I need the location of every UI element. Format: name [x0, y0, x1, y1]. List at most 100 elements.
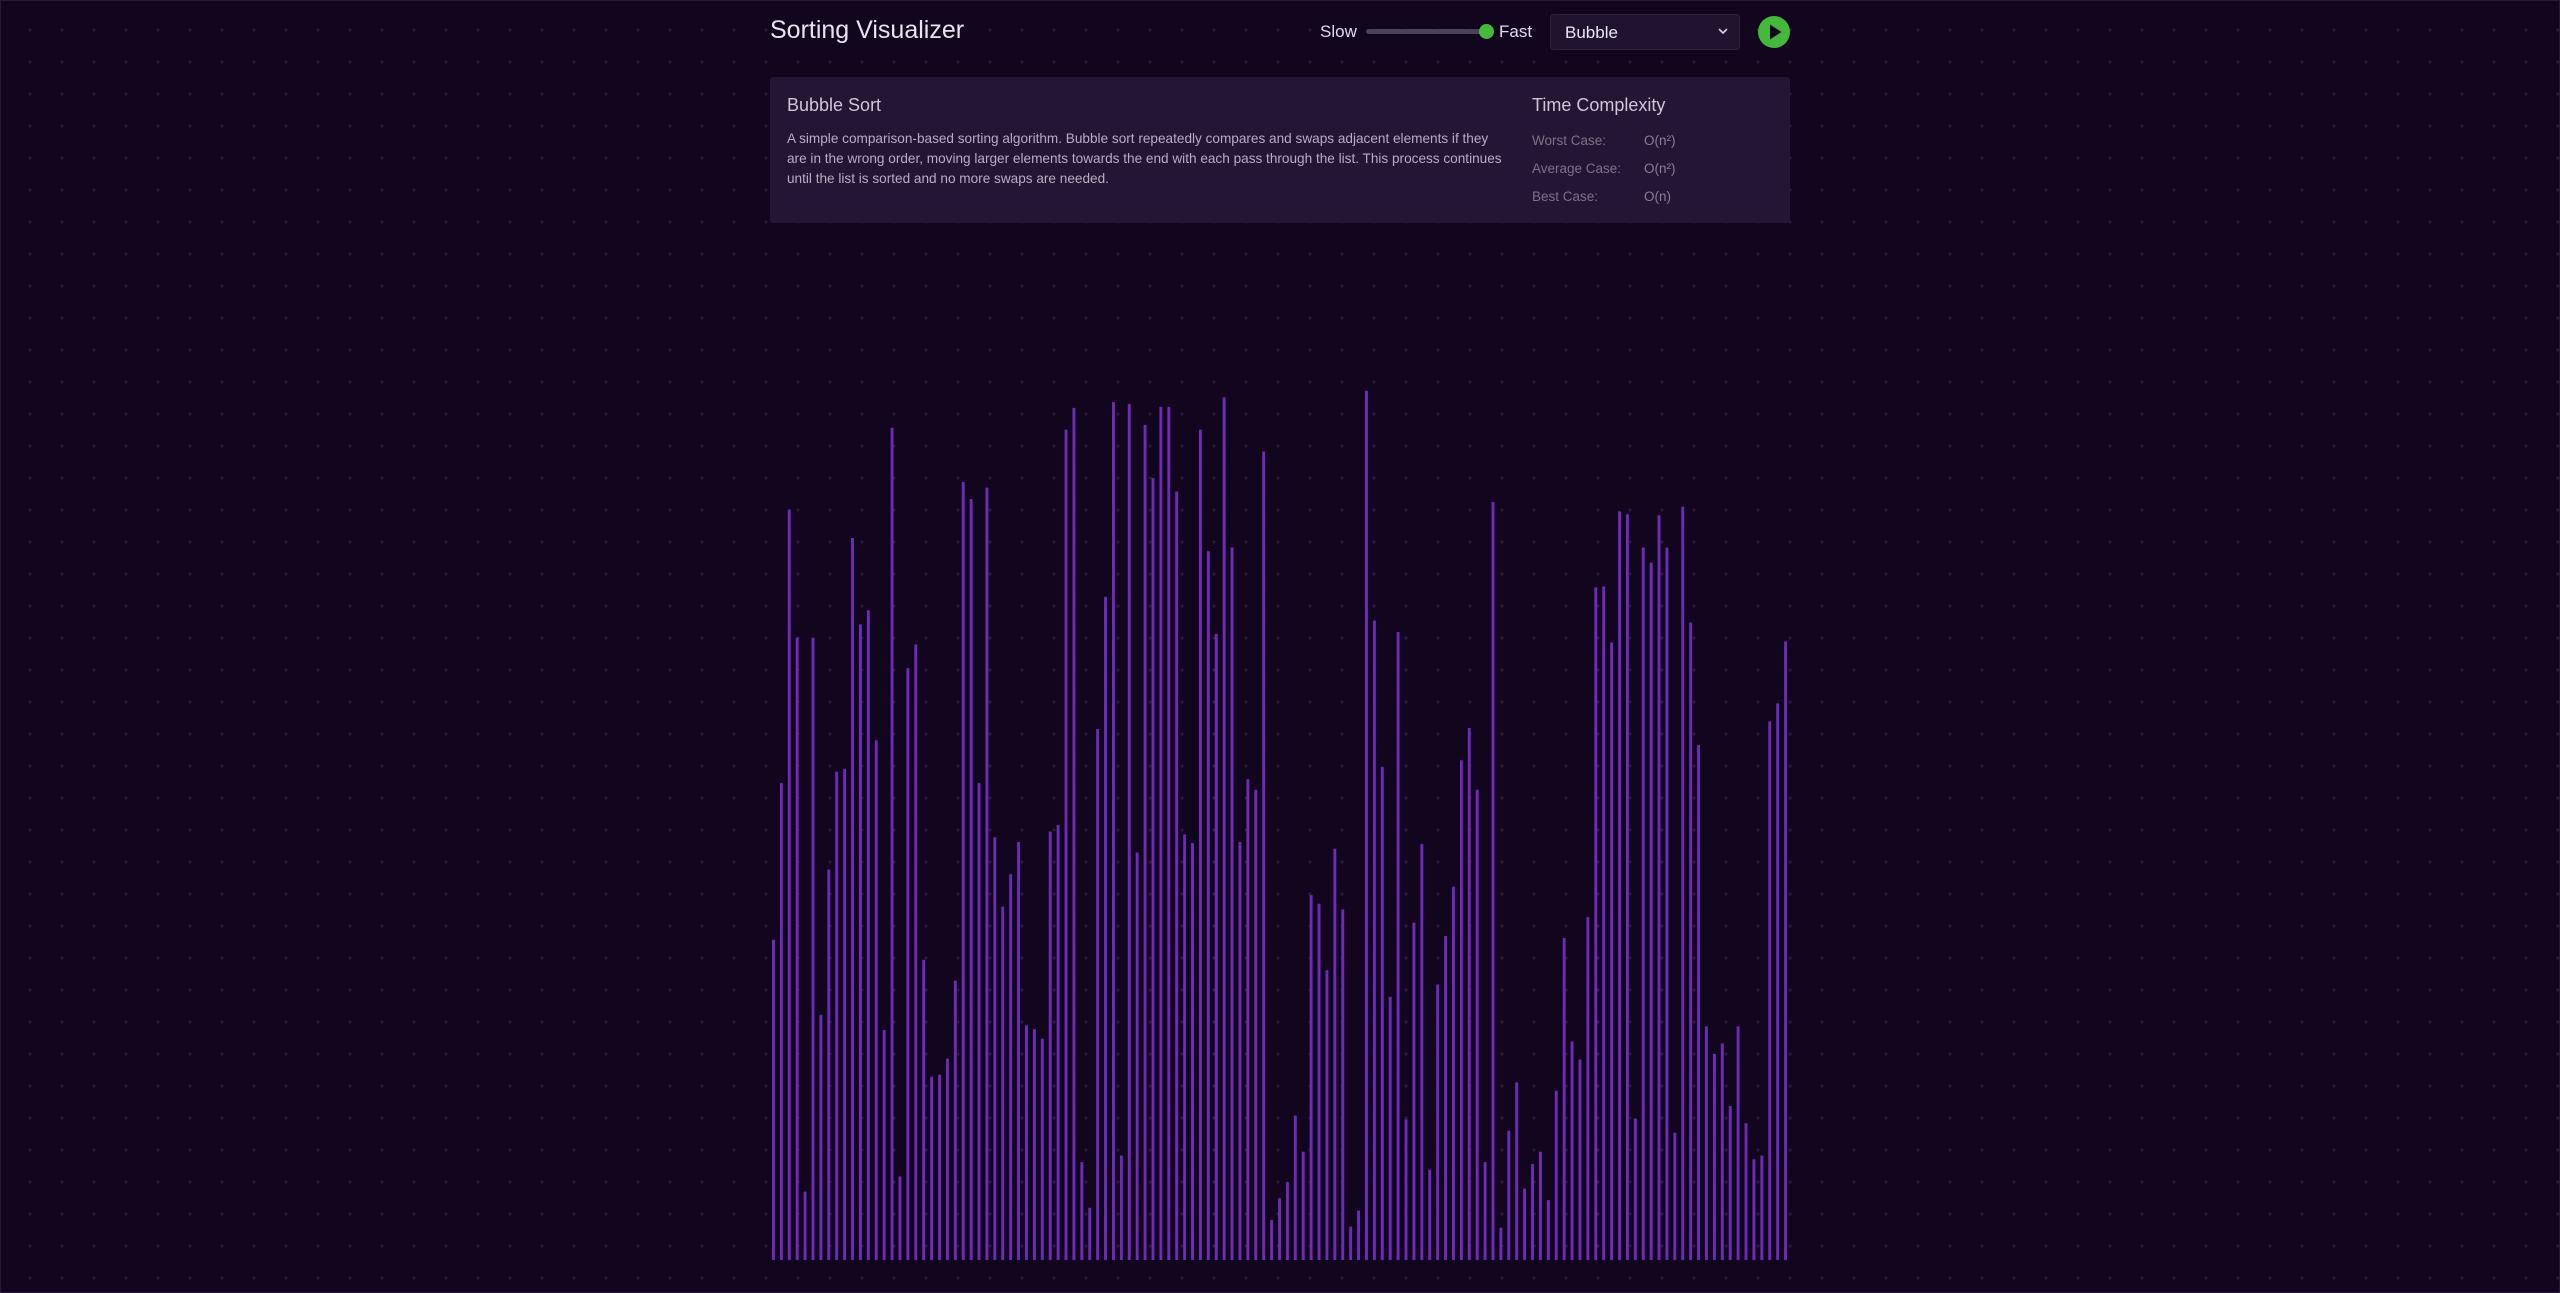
- array-bar: [1475, 789, 1479, 1260]
- array-bar: [969, 499, 973, 1260]
- array-bar: [1657, 515, 1661, 1260]
- array-bar: [874, 740, 878, 1260]
- array-bar: [1554, 1090, 1558, 1260]
- array-bar: [1222, 397, 1226, 1260]
- array-bar: [1404, 1119, 1408, 1260]
- speed-slow-label: Slow: [1320, 22, 1357, 41]
- array-bar: [1017, 842, 1021, 1260]
- array-bar: [1127, 404, 1131, 1260]
- best-case-label: Best Case:: [1532, 189, 1599, 204]
- complexity-title: Time Complexity: [1532, 95, 1666, 115]
- array-bar: [906, 668, 910, 1260]
- array-bar: [1428, 1169, 1432, 1260]
- array-bar: [1254, 789, 1258, 1260]
- array-bar: [1175, 491, 1179, 1260]
- array-bar: [795, 637, 799, 1260]
- worst-case-label: Worst Case:: [1532, 133, 1607, 148]
- array-bar: [1325, 970, 1329, 1260]
- speed-slider-thumb[interactable]: [1479, 24, 1494, 39]
- array-bar: [835, 771, 839, 1260]
- array-bar: [1309, 895, 1313, 1260]
- array-bar: [1365, 390, 1368, 1260]
- array-bar: [1214, 633, 1218, 1260]
- array-bar: [1697, 745, 1701, 1260]
- best-case-value: O(n): [1644, 189, 1671, 204]
- array-bar: [1412, 922, 1416, 1260]
- algorithm-description: A simple comparison-based sorting algori…: [787, 131, 1502, 186]
- array-bar: [1649, 562, 1653, 1260]
- array-bar: [1594, 587, 1598, 1260]
- array-bar: [1586, 917, 1590, 1260]
- array-bar: [1483, 1162, 1487, 1260]
- array-bar: [1602, 586, 1606, 1260]
- array-bar: [1072, 407, 1076, 1260]
- array-bar: [890, 427, 894, 1260]
- array-bar: [1238, 842, 1242, 1260]
- array-bar: [953, 980, 957, 1260]
- average-case-value: O(n²): [1644, 161, 1676, 176]
- array-bar: [1088, 1207, 1092, 1260]
- chevron-down-icon: [1718, 28, 1728, 34]
- array-bar: [1665, 547, 1669, 1260]
- array-bar: [1491, 501, 1495, 1260]
- array-bar: [1285, 1182, 1289, 1260]
- array-bar: [1262, 451, 1266, 1260]
- array-bar: [1633, 1118, 1637, 1260]
- array-bar: [1112, 402, 1115, 1260]
- bars-svg: [772, 390, 1787, 1260]
- array-bar: [1507, 1130, 1511, 1260]
- array-bar: [1025, 1025, 1028, 1260]
- array-bar: [1562, 937, 1566, 1260]
- array-bar: [1673, 1132, 1677, 1260]
- array-bar: [1784, 641, 1787, 1260]
- algorithm-select[interactable]: Bubble: [1550, 14, 1740, 50]
- array-bar: [866, 610, 870, 1260]
- array-bar: [1641, 547, 1645, 1260]
- array-bar: [1198, 429, 1202, 1260]
- array-bar: [1001, 906, 1005, 1260]
- array-bar: [898, 1176, 902, 1260]
- array-bar: [1578, 1059, 1582, 1260]
- array-bar: [1388, 996, 1392, 1260]
- array-bar: [1499, 1227, 1503, 1260]
- array-bar: [803, 1191, 807, 1260]
- array-bar: [882, 1030, 886, 1260]
- array-bar: [1183, 834, 1187, 1260]
- array-bar: [1064, 429, 1068, 1260]
- array-bar: [1151, 478, 1155, 1260]
- array-bar: [1048, 831, 1052, 1260]
- array-bar: [1712, 1053, 1716, 1260]
- array-bar: [1080, 1162, 1084, 1260]
- array-bar: [1372, 620, 1376, 1260]
- array-bar: [1531, 1164, 1534, 1260]
- array-bar: [1056, 824, 1060, 1260]
- array-bar: [1143, 424, 1147, 1260]
- array-bar: [1349, 1226, 1353, 1260]
- array-bar: [1246, 779, 1250, 1260]
- array-bar: [1040, 1038, 1044, 1260]
- array-bar: [1333, 848, 1337, 1260]
- array-bar: [938, 1074, 941, 1260]
- array-bar: [772, 939, 775, 1260]
- array-bar: [1135, 852, 1139, 1260]
- array-bar: [1159, 406, 1163, 1260]
- average-case-label: Average Case:: [1532, 161, 1622, 176]
- array-bar: [1317, 903, 1321, 1260]
- algorithm-name: Bubble Sort: [787, 95, 882, 115]
- array-bar: [819, 1014, 823, 1260]
- array-bar: [1032, 1029, 1036, 1260]
- array-bar: [1752, 1159, 1756, 1260]
- array-bar: [1436, 984, 1440, 1260]
- array-bar: [787, 509, 791, 1260]
- array-bar: [1760, 1155, 1764, 1260]
- array-bar: [1768, 721, 1772, 1260]
- array-bar: [1625, 514, 1629, 1260]
- play-icon: [1770, 24, 1782, 40]
- array-bar: [930, 1076, 934, 1260]
- bars-visualization: [770, 370, 1790, 1260]
- array-bar: [945, 1058, 949, 1260]
- play-button[interactable]: [1758, 16, 1790, 48]
- array-bar: [1380, 766, 1384, 1260]
- algorithm-select-value: Bubble: [1565, 23, 1618, 42]
- speed-slider[interactable]: [1366, 29, 1486, 34]
